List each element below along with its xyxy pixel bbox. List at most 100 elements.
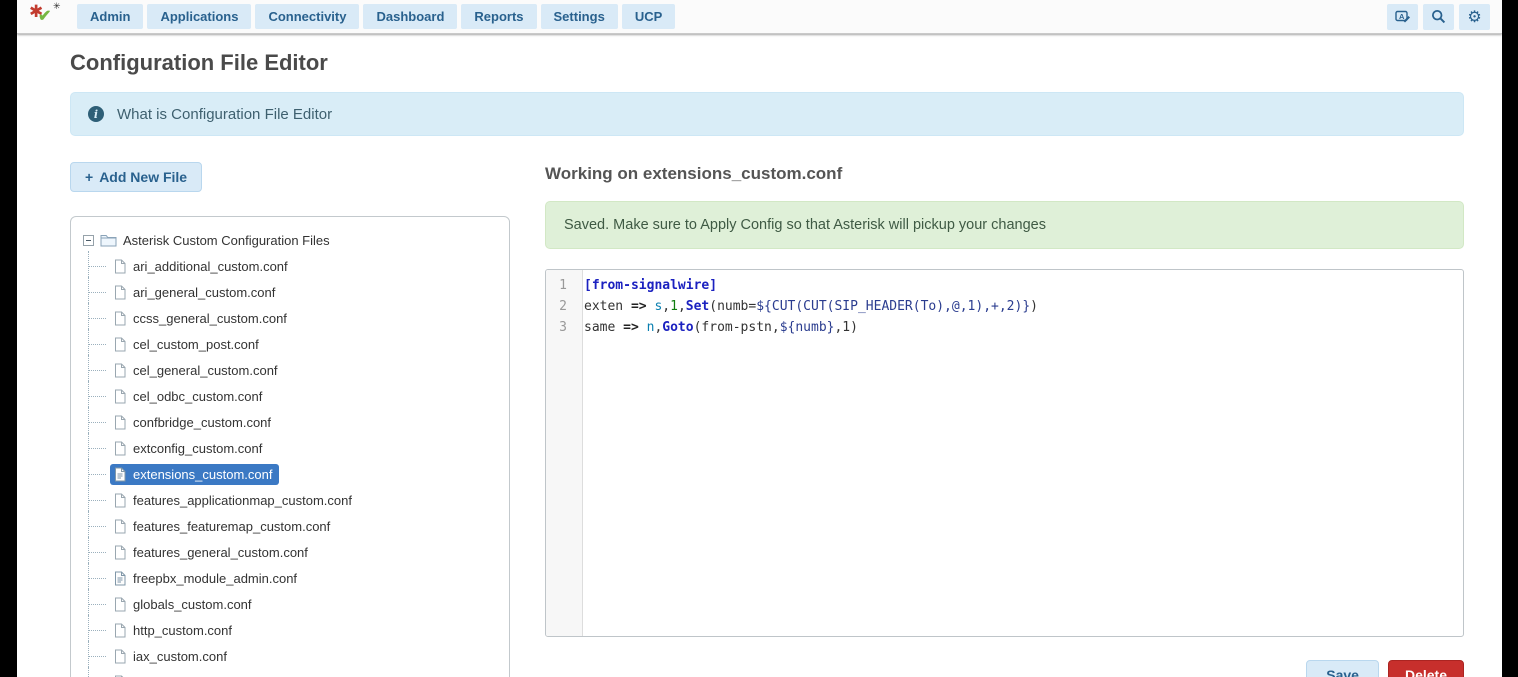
line-number: 3: [546, 317, 575, 338]
language-button[interactable]: A: [1387, 4, 1418, 30]
tree-item[interactable]: iax_custom_post.conf: [110, 672, 266, 677]
file-icon: [113, 337, 127, 352]
code-line: 1[from-signalwire]: [546, 275, 1463, 296]
tree-item-label: extensions_custom.conf: [133, 467, 272, 482]
tree-row: freepbx_module_admin.conf: [88, 565, 499, 591]
search-icon: [1431, 9, 1446, 24]
tree-item-label: features_applicationmap_custom.conf: [133, 493, 352, 508]
code-text: [from-signalwire]: [575, 275, 717, 296]
tree-item-label: features_general_custom.conf: [133, 545, 308, 560]
tree-root-row: Asterisk Custom Configuration Files: [83, 229, 499, 251]
file-tree-panel: Asterisk Custom Configuration Files ari_…: [70, 216, 510, 677]
tree-item[interactable]: cel_general_custom.conf: [110, 360, 285, 381]
file-tree-list: ari_additional_custom.conf ari_general_cu…: [88, 253, 499, 677]
tree-item[interactable]: ccss_general_custom.conf: [110, 308, 294, 329]
tree-item[interactable]: globals_custom.conf: [110, 594, 259, 615]
tree-item[interactable]: iax_custom.conf: [110, 646, 234, 667]
file-icon: [113, 519, 127, 534]
code-editor[interactable]: 1[from-signalwire]2exten => s,1,Set(numb…: [545, 269, 1464, 637]
code-line: 3same => n,Goto(from-pstn,${numb},1): [546, 317, 1463, 338]
tree-row: extconfig_custom.conf: [88, 435, 499, 461]
nav-tab-applications[interactable]: Applications: [147, 4, 251, 29]
folder-icon: [100, 233, 117, 247]
file-icon: [113, 441, 127, 456]
code-line: 2exten => s,1,Set(numb=${CUT(CUT(SIP_HEA…: [546, 296, 1463, 317]
tree-item-label: ccss_general_custom.conf: [133, 311, 287, 326]
tree-item-label: cel_general_custom.conf: [133, 363, 278, 378]
logo-leaf-icon: ✔: [38, 9, 51, 25]
code-text: exten => s,1,Set(numb=${CUT(CUT(SIP_HEAD…: [575, 296, 1038, 317]
gear-icon: ⚙: [1467, 7, 1481, 27]
code-lines: 1[from-signalwire]2exten => s,1,Set(numb…: [546, 270, 1463, 338]
tree-item[interactable]: features_general_custom.conf: [110, 542, 315, 563]
nav-tab-reports[interactable]: Reports: [461, 4, 536, 29]
file-icon: [113, 311, 127, 326]
collapse-expander-icon[interactable]: [83, 235, 94, 246]
tree-row: extensions_custom.conf: [88, 461, 499, 487]
tree-row: ccss_general_custom.conf: [88, 305, 499, 331]
tree-item[interactable]: features_featuremap_custom.conf: [110, 516, 337, 537]
save-button[interactable]: Save: [1306, 660, 1379, 677]
svg-text:A: A: [1399, 12, 1405, 21]
info-icon: i: [88, 106, 104, 122]
nav-tab-admin[interactable]: Admin: [77, 4, 143, 29]
page-content: Configuration File Editor i What is Conf…: [17, 34, 1502, 677]
tree-item[interactable]: cel_custom_post.conf: [110, 334, 266, 355]
file-icon: [113, 415, 127, 430]
file-icon: [113, 259, 127, 274]
code-text: same => n,Goto(from-pstn,${numb},1): [575, 317, 858, 338]
line-number: 1: [546, 275, 575, 296]
nav-tab-connectivity[interactable]: Connectivity: [255, 4, 359, 29]
file-icon: [113, 285, 127, 300]
tree-item[interactable]: extconfig_custom.conf: [110, 438, 269, 459]
top-navbar: ✱ ✔ ✳ AdminApplicationsConnectivityDashb…: [17, 0, 1502, 34]
tree-item[interactable]: confbridge_custom.conf: [110, 412, 278, 433]
nav-icons: A ⚙: [1387, 4, 1490, 30]
nav-tabs: AdminApplicationsConnectivityDashboardRe…: [77, 4, 675, 29]
add-new-file-button[interactable]: + Add New File: [70, 162, 202, 192]
tree-row: cel_general_custom.conf: [88, 357, 499, 383]
tree-row: cel_odbc_custom.conf: [88, 383, 499, 409]
tree-item-label: iax_custom.conf: [133, 649, 227, 664]
tree-item-label: cel_custom_post.conf: [133, 337, 259, 352]
tree-item-selected[interactable]: extensions_custom.conf: [110, 464, 279, 485]
logo-spark-icon: ✳: [53, 2, 61, 11]
tree-item-label: ari_general_custom.conf: [133, 285, 275, 300]
tree-row: ari_additional_custom.conf: [88, 253, 499, 279]
search-button[interactable]: [1423, 4, 1454, 30]
tree-item-label: extconfig_custom.conf: [133, 441, 262, 456]
tree-item[interactable]: ari_additional_custom.conf: [110, 256, 295, 277]
tree-row: iax_custom.conf: [88, 643, 499, 669]
tree-item[interactable]: freepbx_module_admin.conf: [110, 568, 304, 589]
file-browser-column: + Add New File Asterisk Custom Configura…: [70, 162, 515, 677]
editor-column: Working on extensions_custom.conf Saved.…: [545, 162, 1464, 677]
nav-tab-settings[interactable]: Settings: [541, 4, 618, 29]
file-icon: [113, 597, 127, 612]
tree-item-label: cel_odbc_custom.conf: [133, 389, 262, 404]
delete-button[interactable]: Delete: [1388, 660, 1464, 677]
page-title: Configuration File Editor: [70, 50, 1464, 76]
tree-item-label: ari_additional_custom.conf: [133, 259, 288, 274]
file-icon: [113, 623, 127, 638]
tree-row: ari_general_custom.conf: [88, 279, 499, 305]
file-text-icon: [113, 571, 127, 586]
nav-tab-ucp[interactable]: UCP: [622, 4, 675, 29]
tree-item[interactable]: ari_general_custom.conf: [110, 282, 282, 303]
file-text-icon: [113, 467, 127, 482]
tree-item[interactable]: cel_odbc_custom.conf: [110, 386, 269, 407]
info-banner[interactable]: i What is Configuration File Editor: [70, 92, 1464, 136]
tree-item-label: http_custom.conf: [133, 623, 232, 638]
tree-row: cel_custom_post.conf: [88, 331, 499, 357]
nav-tab-dashboard[interactable]: Dashboard: [363, 4, 457, 29]
freepbx-logo[interactable]: ✱ ✔ ✳: [29, 3, 65, 31]
editor-actions: Save Delete: [545, 660, 1464, 677]
settings-button[interactable]: ⚙: [1459, 4, 1490, 30]
tree-item[interactable]: http_custom.conf: [110, 620, 239, 641]
tree-row: http_custom.conf: [88, 617, 499, 643]
tree-item-label: confbridge_custom.conf: [133, 415, 271, 430]
info-banner-text: What is Configuration File Editor: [117, 106, 332, 123]
language-icon: A: [1395, 10, 1411, 24]
tree-row: iax_custom_post.conf: [88, 669, 499, 677]
tree-item[interactable]: features_applicationmap_custom.conf: [110, 490, 359, 511]
tree-root-label[interactable]: Asterisk Custom Configuration Files: [123, 233, 330, 248]
